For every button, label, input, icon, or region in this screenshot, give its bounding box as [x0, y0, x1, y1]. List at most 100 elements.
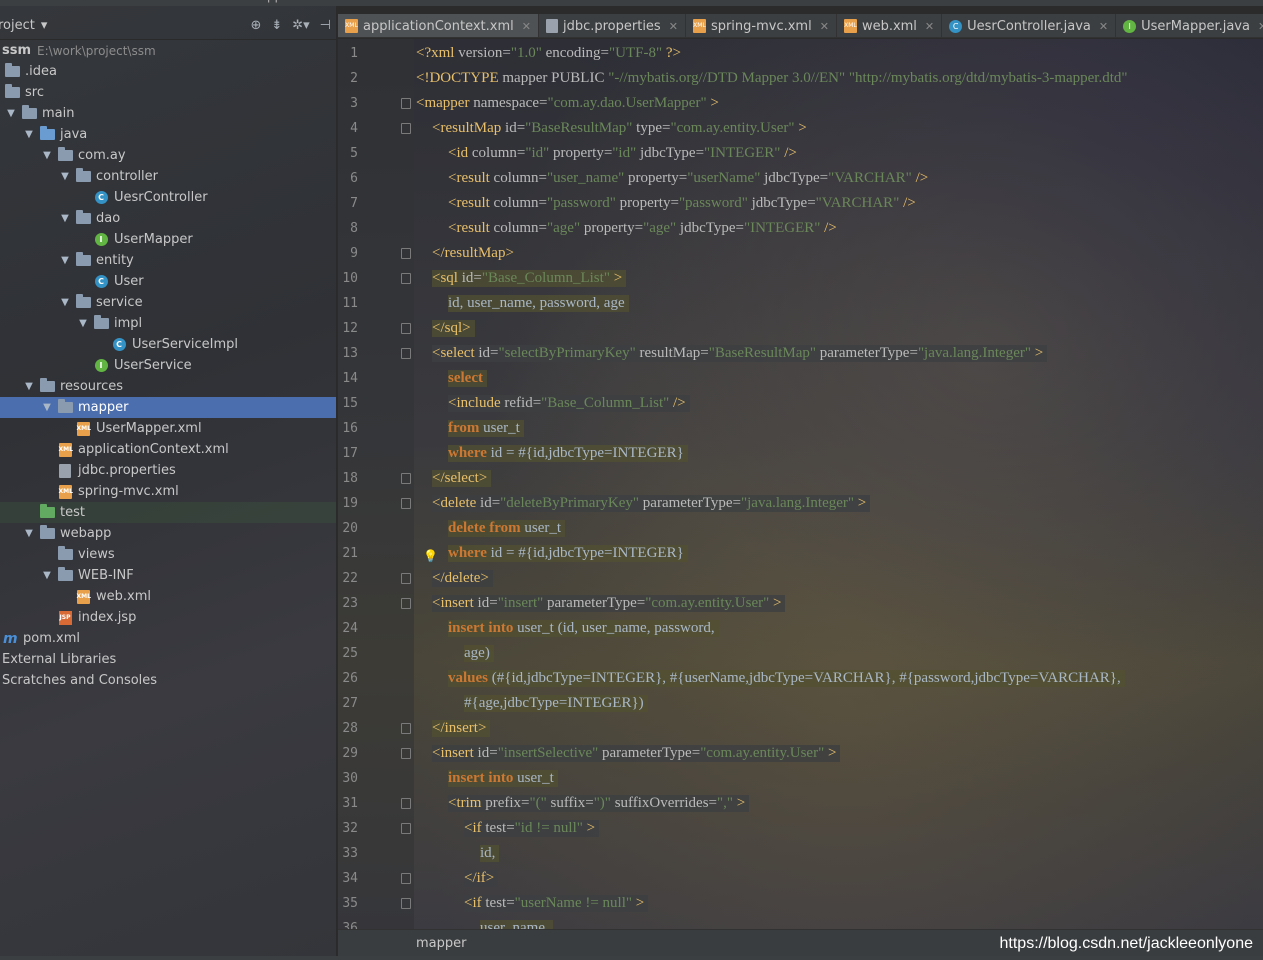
locate-icon[interactable]: ⊕: [250, 18, 261, 33]
tree-item-impl[interactable]: ▼ impl: [0, 313, 336, 334]
fold-marker-icon[interactable]: [401, 598, 411, 609]
code-line[interactable]: </delete>: [416, 566, 493, 591]
tree-item-uesrcontroller[interactable]: C UesrController: [0, 187, 336, 208]
code-line[interactable]: <select id="selectByPrimaryKey" resultMa…: [416, 341, 1048, 366]
fold-marker-icon[interactable]: [401, 248, 411, 259]
code-line[interactable]: </if>: [416, 866, 499, 891]
fold-marker-icon[interactable]: [401, 723, 411, 734]
tree-item-dao[interactable]: ▼ dao: [0, 208, 336, 229]
tree-item-userservice[interactable]: I UserService: [0, 355, 336, 376]
code-line[interactable]: <if test="id != null" >: [416, 816, 600, 841]
tree-item-index-jsp[interactable]: JSP index.jsp: [0, 607, 336, 628]
tab-usermapper-java[interactable]: I UserMapper.java ✕: [1116, 14, 1263, 37]
breadcrumb-item[interactable]: resources: [186, 0, 244, 3]
tree-item-usermapper[interactable]: I UserMapper: [0, 229, 336, 250]
code-editor[interactable]: 1 2 3 4 5 6 7 8 9 10 11 12 13 14 15 16 17 18 19 20 21 22 23 24 2…: [338, 39, 1263, 929]
tree-item-test[interactable]: test: [0, 502, 336, 523]
xml-breadcrumb-mapper[interactable]: mapper: [416, 936, 466, 951]
tree-item-main[interactable]: ▼ main: [0, 103, 336, 124]
expand-arrow-icon[interactable]: ▼: [22, 527, 36, 541]
expand-arrow-icon[interactable]: ▼: [40, 569, 54, 583]
fold-marker-icon[interactable]: [401, 873, 411, 884]
code-line[interactable]: <insert id="insert" parameterType="com.a…: [416, 591, 786, 616]
code-line[interactable]: <!DOCTYPE mapper PUBLIC "-//mybatis.org/…: [416, 66, 1128, 91]
close-icon[interactable]: ✕: [1258, 20, 1263, 33]
tree-item-mapper[interactable]: ▼ mapper: [0, 397, 336, 418]
tab-uesrcontroller-java[interactable]: C UesrController.java ✕: [942, 14, 1117, 37]
expand-arrow-icon[interactable]: ▼: [40, 149, 54, 163]
expand-arrow-icon[interactable]: ▼: [22, 128, 36, 142]
tree-item-userserviceimpl[interactable]: C UserServiceImpl: [0, 334, 336, 355]
code-line[interactable]: <result column="user_name" property="use…: [416, 166, 928, 191]
code-line[interactable]: insert into user_t: [416, 766, 558, 791]
tree-item-usermapper-xml[interactable]: XML UserMapper.xml: [0, 418, 336, 439]
fold-marker-icon[interactable]: [401, 123, 411, 134]
code-line[interactable]: delete from user_t: [416, 516, 566, 541]
expand-arrow-icon[interactable]: ▼: [58, 170, 72, 184]
code-line[interactable]: <trim prefix="(" suffix=")" suffixOverri…: [416, 791, 750, 816]
code-line[interactable]: #{age,jdbcType=INTEGER}): [416, 691, 648, 716]
tree-item-web-xml[interactable]: XML web.xml: [0, 586, 336, 607]
breadcrumb-item[interactable]: src: [62, 0, 80, 3]
expand-arrow-icon[interactable]: ▼: [76, 317, 90, 331]
tab-web-xml[interactable]: XML web.xml ✕: [837, 14, 943, 37]
fold-marker-icon[interactable]: [401, 498, 411, 509]
tree-item-user[interactable]: C User: [0, 271, 336, 292]
code-line[interactable]: <if test="userName != null" >: [416, 891, 649, 916]
breadcrumb-item[interactable]: ssm: [0, 0, 24, 3]
tree-item-java[interactable]: ▼ java: [0, 124, 336, 145]
code-line[interactable]: <delete id="deleteByPrimaryKey" paramete…: [416, 491, 871, 516]
tree-item-src[interactable]: src: [0, 82, 336, 103]
code-line[interactable]: </insert>: [416, 716, 491, 741]
tree-item-com-ay[interactable]: ▼ com.ay: [0, 145, 336, 166]
tree-item--idea[interactable]: .idea: [0, 61, 336, 82]
tree-item-entity[interactable]: ▼ entity: [0, 250, 336, 271]
fold-marker-icon[interactable]: [401, 98, 411, 109]
close-icon[interactable]: ✕: [1099, 20, 1108, 33]
tab-jdbc-properties[interactable]: jdbc.properties ✕: [539, 14, 686, 37]
code-line[interactable]: id, user_name, password, age: [416, 291, 629, 316]
close-icon[interactable]: ✕: [820, 20, 829, 33]
fold-marker-icon[interactable]: [401, 323, 411, 334]
code-line[interactable]: </select>: [416, 466, 492, 491]
tab-applicationcontext-xml[interactable]: XML applicationContext.xml ✕: [338, 14, 539, 37]
tree-item-webapp[interactable]: ▼ webapp: [0, 523, 336, 544]
fold-marker-icon[interactable]: [401, 348, 411, 359]
code-line[interactable]: <sql id="Base_Column_List" >: [416, 266, 627, 291]
code-line[interactable]: values (#{id,jdbcType=INTEGER}, #{userNa…: [416, 666, 1125, 691]
tree-item-applicationcontext-xml[interactable]: XML applicationContext.xml: [0, 439, 336, 460]
code-line[interactable]: <insert id="insertSelective" parameterTy…: [416, 741, 841, 766]
fold-marker-icon[interactable]: [401, 473, 411, 484]
code-line[interactable]: insert into user_t (id, user_name, passw…: [416, 616, 719, 641]
close-icon[interactable]: ✕: [925, 20, 934, 33]
fold-marker-icon[interactable]: [401, 273, 411, 284]
code-line[interactable]: id,: [416, 841, 500, 866]
code-line[interactable]: <?xml version="1.0" encoding="UTF-8" ?>: [416, 41, 681, 66]
fold-marker-icon[interactable]: [401, 748, 411, 759]
expand-arrow-icon[interactable]: ▼: [58, 296, 72, 310]
fold-marker-icon[interactable]: [401, 898, 411, 909]
expand-arrow-icon[interactable]: ▼: [40, 401, 54, 415]
tree-item-web-inf[interactable]: ▼ WEB-INF: [0, 565, 336, 586]
code-line[interactable]: <mapper namespace="com.ay.dao.UserMapper…: [416, 91, 719, 116]
fold-marker-icon[interactable]: [401, 798, 411, 809]
close-icon[interactable]: ✕: [522, 20, 531, 33]
code-line[interactable]: from user_t: [416, 416, 524, 441]
lightbulb-icon[interactable]: 💡: [423, 549, 438, 563]
code-line[interactable]: age): [416, 641, 494, 666]
expand-arrow-icon[interactable]: ▼: [4, 107, 18, 121]
code-line[interactable]: </sql>: [416, 316, 475, 341]
code-line[interactable]: <include refid="Base_Column_List" />: [416, 391, 690, 416]
expand-arrow-icon[interactable]: ▼: [58, 254, 72, 268]
breadcrumb-item[interactable]: main: [124, 0, 154, 3]
tree-item-scratches-and-consoles[interactable]: Scratches and Consoles: [0, 670, 336, 691]
tree-item-spring-mvc-xml[interactable]: XML spring-mvc.xml: [0, 481, 336, 502]
fold-marker-icon[interactable]: [401, 823, 411, 834]
tree-item-jdbc-properties[interactable]: jdbc.properties: [0, 460, 336, 481]
tree-item-ssm[interactable]: ssm E:\work\project\ssm: [0, 40, 336, 61]
code-line[interactable]: </resultMap>: [416, 241, 514, 266]
tree-item-views[interactable]: views: [0, 544, 336, 565]
expand-arrow-icon[interactable]: ▼: [22, 380, 36, 394]
tab-spring-mvc-xml[interactable]: XML spring-mvc.xml ✕: [686, 14, 837, 37]
close-icon[interactable]: ✕: [669, 20, 678, 33]
